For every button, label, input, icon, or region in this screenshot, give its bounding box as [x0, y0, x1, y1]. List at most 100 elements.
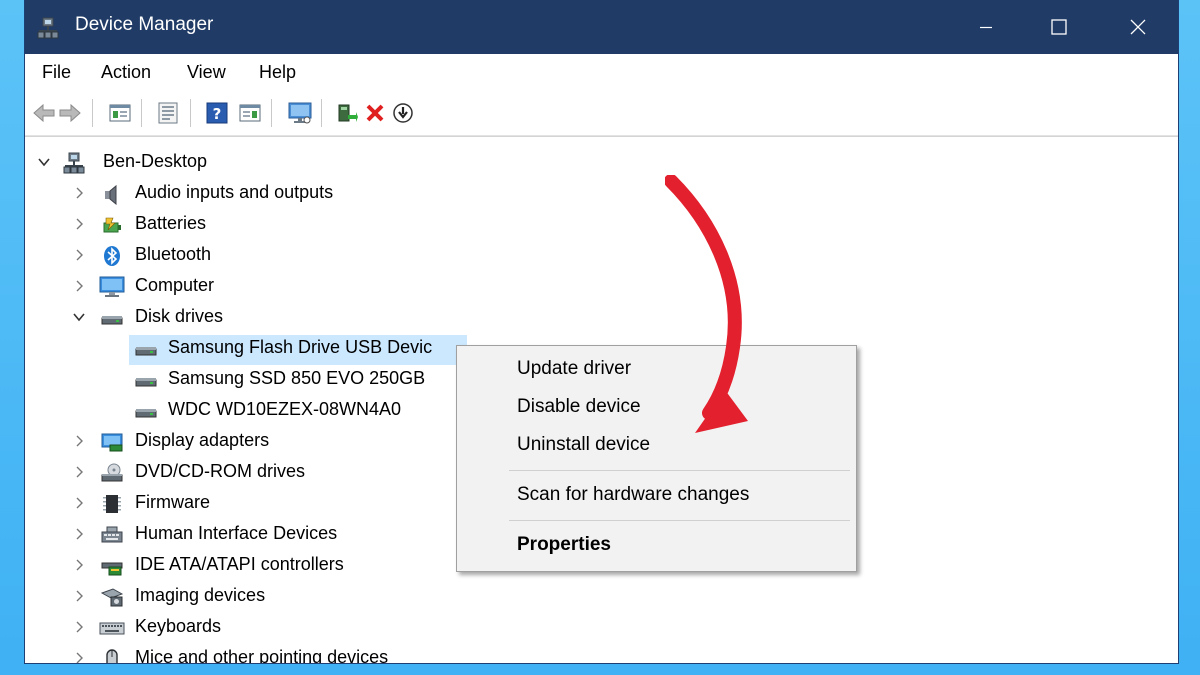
forward-arrow-icon — [59, 103, 81, 123]
properties-icon — [158, 102, 178, 124]
back-button[interactable] — [31, 100, 57, 126]
tree-category-display-adapters[interactable]: Display adapters — [25, 426, 325, 457]
disable-device-button[interactable] — [390, 100, 416, 126]
menu-file[interactable]: File — [42, 62, 71, 83]
toolbar-separator — [321, 99, 322, 127]
tree-category-bluetooth[interactable]: Bluetooth — [25, 240, 245, 271]
properties-button[interactable] — [155, 100, 181, 126]
category-label: DVD/CD-ROM drives — [135, 461, 306, 481]
device-manager-window: Device Manager File Action View Help ? B… — [24, 0, 1179, 664]
chevron-right-icon[interactable] — [72, 465, 86, 479]
update-driver-button[interactable] — [334, 100, 360, 126]
close-button[interactable] — [1110, 0, 1166, 54]
disk-drive-label: WDC WD10EZEX-08WN4A0 — [168, 399, 402, 419]
imaging-device-icon — [101, 588, 123, 607]
scan-hardware-button[interactable] — [287, 100, 313, 126]
close-icon — [1130, 19, 1146, 35]
tree-category-dvd-drives[interactable]: DVD/CD-ROM drives — [25, 457, 325, 488]
svg-text:?: ? — [213, 105, 222, 123]
tree-category-audio[interactable]: Audio inputs and outputs — [25, 178, 385, 209]
context-menu-uninstall-device[interactable]: Uninstall device — [517, 434, 650, 456]
chevron-down-icon[interactable] — [72, 310, 86, 324]
hid-icon — [101, 526, 123, 543]
toolbar-separator — [92, 99, 93, 127]
maximize-icon — [1051, 19, 1067, 35]
context-menu-disable-device[interactable]: Disable device — [517, 396, 641, 418]
menu-bar: File Action View Help — [25, 54, 1178, 91]
mouse-icon — [106, 649, 118, 663]
annotation-arrow-icon — [665, 175, 748, 433]
uninstall-device-button[interactable] — [362, 100, 388, 126]
tree-root[interactable]: Ben-Desktop — [25, 147, 245, 178]
menu-action[interactable]: Action — [101, 62, 151, 83]
context-menu-separator — [509, 470, 850, 471]
device-manager-icon — [37, 17, 59, 39]
toolbar-separator — [271, 99, 272, 127]
help-button[interactable]: ? — [204, 100, 230, 126]
context-menu-update-driver[interactable]: Update driver — [517, 358, 631, 380]
tree-category-ide-controllers[interactable]: IDE ATA/ATAPI controllers — [25, 550, 345, 581]
chevron-down-icon[interactable] — [37, 155, 51, 169]
category-label: Batteries — [135, 213, 207, 233]
action-pane-button[interactable] — [237, 100, 263, 126]
toolbar-separator — [141, 99, 142, 127]
context-menu-separator — [509, 520, 850, 521]
show-hide-console-tree-button[interactable] — [107, 100, 133, 126]
menu-help[interactable]: Help — [259, 62, 296, 83]
context-menu-properties[interactable]: Properties — [517, 534, 611, 556]
tree-root-label: Ben-Desktop — [103, 151, 208, 171]
tree-category-human-interface-devices[interactable]: Human Interface Devices — [25, 519, 345, 550]
chevron-right-icon[interactable] — [72, 589, 86, 603]
disk-drive-item[interactable]: WDC WD10EZEX-08WN4A0 — [25, 395, 401, 426]
toolbar-separator — [190, 99, 191, 127]
category-label: Display adapters — [135, 430, 270, 450]
chevron-right-icon[interactable] — [72, 558, 86, 572]
chevron-right-icon[interactable] — [72, 620, 86, 634]
minimize-button[interactable] — [958, 0, 1014, 54]
context-menu-scan-hardware[interactable]: Scan for hardware changes — [517, 484, 749, 506]
tree-category-batteries[interactable]: Batteries — [25, 209, 245, 240]
disk-drive-icon — [101, 316, 123, 325]
tree-category-disk-drives[interactable]: Disk drives — [25, 302, 245, 333]
chip-icon — [103, 495, 121, 513]
tree-category-firmware[interactable]: Firmware — [25, 488, 245, 519]
disk-drive-item-selected[interactable]: Samsung Flash Drive USB Devic — [25, 333, 432, 364]
chevron-right-icon[interactable] — [72, 217, 86, 231]
tree-category-keyboards[interactable]: Keyboards — [25, 612, 325, 643]
keyboard-icon — [99, 622, 125, 635]
update-driver-icon — [338, 104, 358, 122]
tree-category-computer[interactable]: Computer — [25, 271, 245, 302]
category-label: Computer — [135, 275, 215, 295]
ide-controller-icon — [101, 562, 123, 576]
chevron-right-icon[interactable] — [72, 434, 86, 448]
chevron-right-icon[interactable] — [72, 651, 86, 664]
chevron-right-icon[interactable] — [72, 527, 86, 541]
chevron-right-icon[interactable] — [72, 248, 86, 262]
monitor-icon — [99, 276, 125, 297]
title-bar[interactable]: Device Manager — [25, 0, 1178, 54]
maximize-button[interactable] — [1031, 0, 1087, 54]
disk-drive-icon — [135, 347, 157, 356]
menu-view[interactable]: View — [187, 62, 226, 83]
chevron-right-icon[interactable] — [72, 496, 86, 510]
tree-category-imaging-devices[interactable]: Imaging devices — [25, 581, 325, 612]
category-label: Imaging devices — [135, 585, 266, 605]
toolbar: ? — [25, 91, 1178, 136]
help-icon: ? — [206, 102, 228, 124]
category-label: Human Interface Devices — [135, 523, 338, 543]
category-label: Mice and other pointing devices — [135, 647, 389, 664]
chevron-right-icon[interactable] — [72, 186, 86, 200]
action-pane-icon — [239, 104, 261, 122]
dvd-drive-icon — [101, 463, 123, 482]
disk-drive-item[interactable]: Samsung SSD 850 EVO 250GB — [25, 364, 425, 395]
computer-tree-icon — [63, 152, 85, 174]
disk-drive-label: Samsung SSD 850 EVO 250GB — [168, 368, 426, 388]
window-title: Device Manager — [75, 14, 214, 35]
back-arrow-icon — [33, 103, 55, 123]
battery-icon — [103, 217, 121, 233]
category-label: Firmware — [135, 492, 210, 512]
tree-category-mice[interactable]: Mice and other pointing devices — [25, 643, 388, 664]
forward-button[interactable] — [57, 100, 83, 126]
chevron-right-icon[interactable] — [72, 279, 86, 293]
speaker-icon — [105, 184, 117, 205]
